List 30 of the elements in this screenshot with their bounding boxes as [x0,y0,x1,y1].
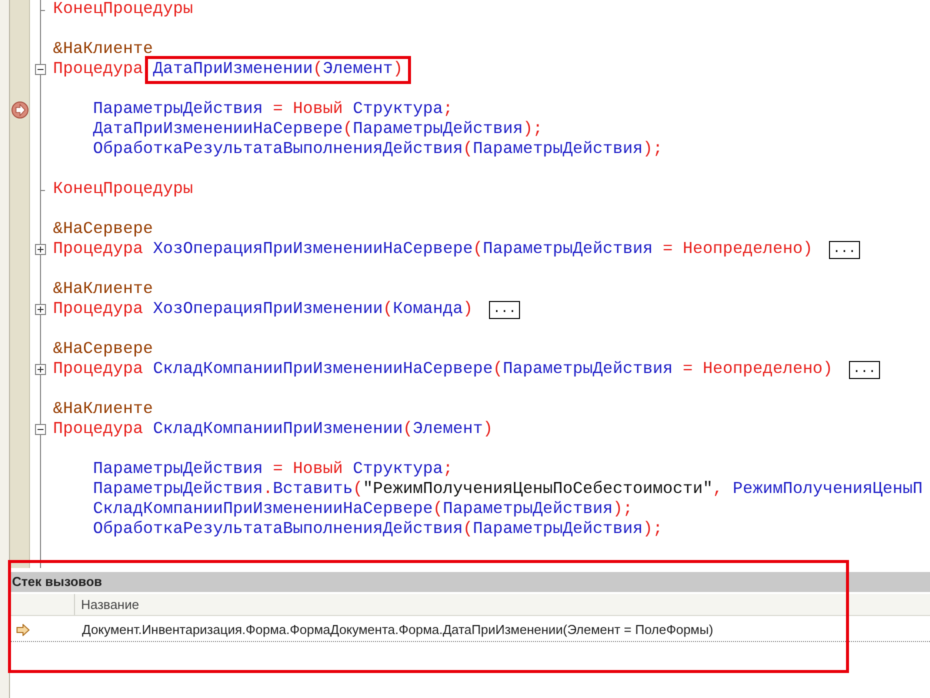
code-line: ОбработкаРезультатаВыполненияДействия(ПараметрыДействия); [93,140,663,160]
code-line: Процедура ХозОперацияПриИзмененииНаСервере(ПараметрыДействия = Неопределено) [53,240,813,260]
code-line: КонецПроцедуры [53,180,193,200]
code-line: &НаКлиенте [53,400,153,420]
collapsed-code-button[interactable]: ... [828,241,860,259]
code-line: &НаСервере [53,340,153,360]
code-line: ПараметрыДействия.Вставить("РежимПолученияЦеныПоСебестоимости", РежимПолученияЦеныП [93,480,923,500]
code-line: ОбработкаРезультатаВыполненияДействия(ПараметрыДействия); [93,520,663,540]
code-line: Процедура СкладКомпанииПриИзменении(Элемент) [53,420,493,440]
code-line: &НаСервере [53,220,153,240]
code-line: Процедура СкладКомпанииПриИзмененииНаСервере(ПараметрыДействия = Неопределено) [53,360,833,380]
collapse-icon[interactable] [35,424,46,435]
call-stack-entry[interactable]: Документ.Инвентаризация.Форма.ФормаДокумента.Форма.ДатаПриИзменении(Элемент = ПолеФормы) [82,620,714,640]
code-line: &НаКлиенте [53,280,153,300]
code-line: ПараметрыДействия = Новый Структура; [93,100,453,120]
panel-title: Стек вызовов [10,572,930,592]
collapsed-code-button[interactable]: ... [848,361,880,379]
code-line: Процедура ХозОперацияПриИзменении(Команда) [53,300,473,320]
collapsed-code-button[interactable]: ... [488,301,520,319]
expand-icon[interactable] [35,364,46,375]
code-line: КонецПроцедуры [53,0,193,20]
expand-icon[interactable] [35,244,46,255]
expand-icon[interactable] [35,304,46,315]
code-line: Процедура ДатаПриИзменении(Элемент) [53,60,403,80]
code-line: СкладКомпанииПриИзмененииНаСервере(ПараметрыДействия); [93,500,633,520]
collapse-icon[interactable] [35,64,46,75]
code-line: &НаКлиенте [53,40,153,60]
column-header[interactable]: Название [75,594,146,615]
code-line: ДатаПриИзмененииНаСервере(ПараметрыДействия); [93,120,543,140]
code-line: ПараметрыДействия = Новый Структура; [93,460,453,480]
